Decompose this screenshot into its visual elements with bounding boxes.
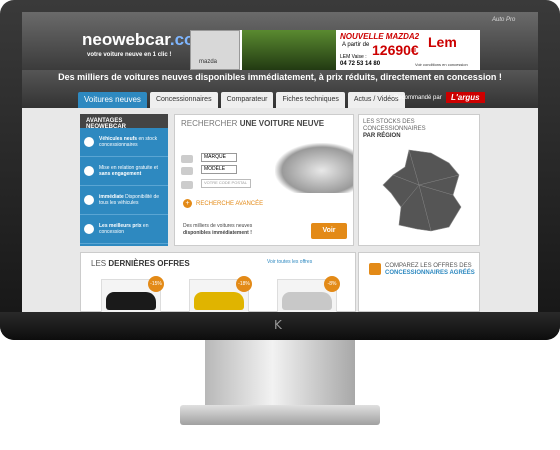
discount-badge: -18% xyxy=(236,276,252,292)
monitor-stand xyxy=(205,340,355,410)
car-icon xyxy=(181,155,193,163)
site-header: neowebcar.com votre voiture neuve en 1 c… xyxy=(22,12,538,70)
postal-code-input[interactable]: VOTRE CODE POSTAL xyxy=(201,179,251,188)
ad-banner[interactable]: mazda NOUVELLE MAZDA2 A partir de 12690€… xyxy=(190,30,480,70)
banner-note: Voir conditions en concession xyxy=(415,62,468,67)
dealers-panel[interactable]: COMPAREZ LES OFFRES DES CONCESSIONNAIRES … xyxy=(358,252,480,312)
banner-dealer: LEM Vaise : xyxy=(340,54,367,60)
main-tabs: Voitures neuves Concessionnaires Compara… xyxy=(78,92,405,108)
search-panel: RECHERCHER UNE VOITURE NEUVE MARQUE MODÈ… xyxy=(174,114,354,246)
advantage-text: Mise en relation gratuite et sans engage… xyxy=(99,165,158,177)
model-select[interactable]: MODÈLE xyxy=(201,165,237,174)
handshake-icon xyxy=(84,166,94,176)
mazda-logo: mazda xyxy=(190,30,240,70)
advantage-text: immédiate Disponibilité de tous les véhi… xyxy=(99,194,160,206)
banner-car-image xyxy=(242,30,336,70)
banner-price: 12690€ xyxy=(372,42,419,58)
offer-car-image xyxy=(194,292,244,310)
dealers-title: COMPAREZ LES OFFRES DES CONCESSIONNAIRES … xyxy=(385,263,475,276)
price-icon xyxy=(84,224,94,234)
discount-badge: -15% xyxy=(148,276,164,292)
advantage-text: Véhicules neufs en stock concessionnaire… xyxy=(99,136,158,148)
offer-card[interactable]: -18% xyxy=(189,276,252,312)
offers-panel: LES DERNIÈRES OFFRES Voir toutes les off… xyxy=(80,252,356,312)
offer-car-image xyxy=(282,292,332,310)
tag-icon xyxy=(369,263,381,275)
advantage-item: immédiate Disponibilité de tous les véhi… xyxy=(80,186,168,215)
lem-logo: Lem xyxy=(428,34,457,50)
offer-car-image xyxy=(106,292,156,310)
tagline: votre voiture neuve en 1 clic ! xyxy=(87,52,172,58)
auto-pro-label: Auto Pro xyxy=(492,17,516,23)
discount-badge: -8% xyxy=(324,276,340,292)
advantage-text: Les meilleurs prix en concession xyxy=(99,223,149,235)
advantage-item: Les meilleurs prix en concession xyxy=(80,215,168,244)
advanced-search-label: RECHERCHE AVANCÉE xyxy=(196,200,264,207)
tab-concessionnaires[interactable]: Concessionnaires xyxy=(149,92,218,108)
mazda-logo-text: mazda xyxy=(199,59,218,65)
screen: neowebcar.com votre voiture neuve en 1 c… xyxy=(22,12,538,312)
stocks-title: LES STOCKS DES CONCESSIONNAIRES PAR RÉGIO… xyxy=(363,119,426,139)
search-submit-button[interactable]: Voir xyxy=(311,223,347,239)
tab-comparateur[interactable]: Comparateur xyxy=(220,92,274,108)
advantage-item: Mise en relation gratuite et sans engage… xyxy=(80,157,168,186)
tab-voitures-neuves[interactable]: Voitures neuves xyxy=(78,92,147,108)
plus-icon: + xyxy=(183,199,192,208)
monitor-base xyxy=(180,405,380,425)
offer-card[interactable]: -15% xyxy=(101,276,164,312)
advanced-search-link[interactable]: + RECHERCHE AVANCÉE xyxy=(183,199,263,208)
model-icon xyxy=(181,167,193,175)
map-pin-icon xyxy=(181,181,193,189)
advantages-panel: AVANTAGES NEOWEBCAR Véhicules neufs en s… xyxy=(80,114,168,246)
banner-title: NOUVELLE MAZDA2 xyxy=(340,32,420,41)
tab-fiches-techniques[interactable]: Fiches techniques xyxy=(276,92,345,108)
banner-phone: 04 72 53 14 80 xyxy=(340,61,381,67)
see-all-offers-link[interactable]: Voir toutes les offres xyxy=(267,259,312,265)
brand-select[interactable]: MARQUE xyxy=(201,153,237,162)
search-title: RECHERCHER UNE VOITURE NEUVE xyxy=(181,119,325,128)
offers-title: LES DERNIÈRES OFFRES xyxy=(91,259,190,268)
largus-logo[interactable]: L'argus xyxy=(446,92,485,103)
headline: Des milliers de voitures neuves disponib… xyxy=(58,72,502,82)
clock-icon xyxy=(84,195,94,205)
monitor-logo: K xyxy=(274,318,282,332)
search-footer: Des milliers de voitures neuves disponibl… xyxy=(183,223,253,236)
offer-card[interactable]: -8% xyxy=(277,276,340,312)
advantage-item: Véhicules neufs en stock concessionnaire… xyxy=(80,128,168,157)
recommended-label: Recommandé par xyxy=(394,95,442,101)
search-car-image xyxy=(275,143,353,193)
check-icon xyxy=(84,137,94,147)
banner-prefix: A partir de xyxy=(342,42,370,48)
stocks-panel: LES STOCKS DES CONCESSIONNAIRES PAR RÉGIO… xyxy=(358,114,480,246)
france-map[interactable] xyxy=(379,145,469,235)
brand-name: neowebcar xyxy=(82,30,170,49)
advantages-title: AVANTAGES NEOWEBCAR xyxy=(80,114,168,130)
